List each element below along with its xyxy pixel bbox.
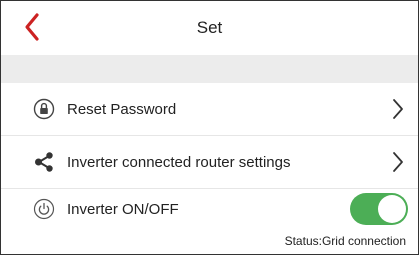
inverter-power-toggle[interactable] (350, 193, 408, 225)
toggle-knob (378, 195, 406, 223)
lock-icon (33, 98, 55, 120)
reset-password-row[interactable]: Reset Password (1, 83, 418, 136)
chevron-right-icon (390, 151, 406, 173)
inverter-power-label: Inverter ON/OFF (67, 200, 179, 218)
header-bar: Set (1, 1, 418, 55)
chevron-right-icon (390, 98, 406, 120)
section-divider (1, 55, 418, 83)
share-icon (33, 151, 55, 173)
router-settings-label: Inverter connected router settings (67, 153, 291, 171)
app-frame: Set Reset Password Inverter connected ro… (0, 0, 419, 255)
page-title: Set (196, 18, 223, 37)
reset-password-label: Reset Password (67, 100, 177, 118)
router-settings-row[interactable]: Inverter connected router settings (1, 136, 418, 189)
inverter-status-text: Status:Grid connection (284, 234, 406, 248)
power-icon (33, 198, 55, 220)
inverter-power-row: Inverter ON/OFF (1, 189, 418, 229)
